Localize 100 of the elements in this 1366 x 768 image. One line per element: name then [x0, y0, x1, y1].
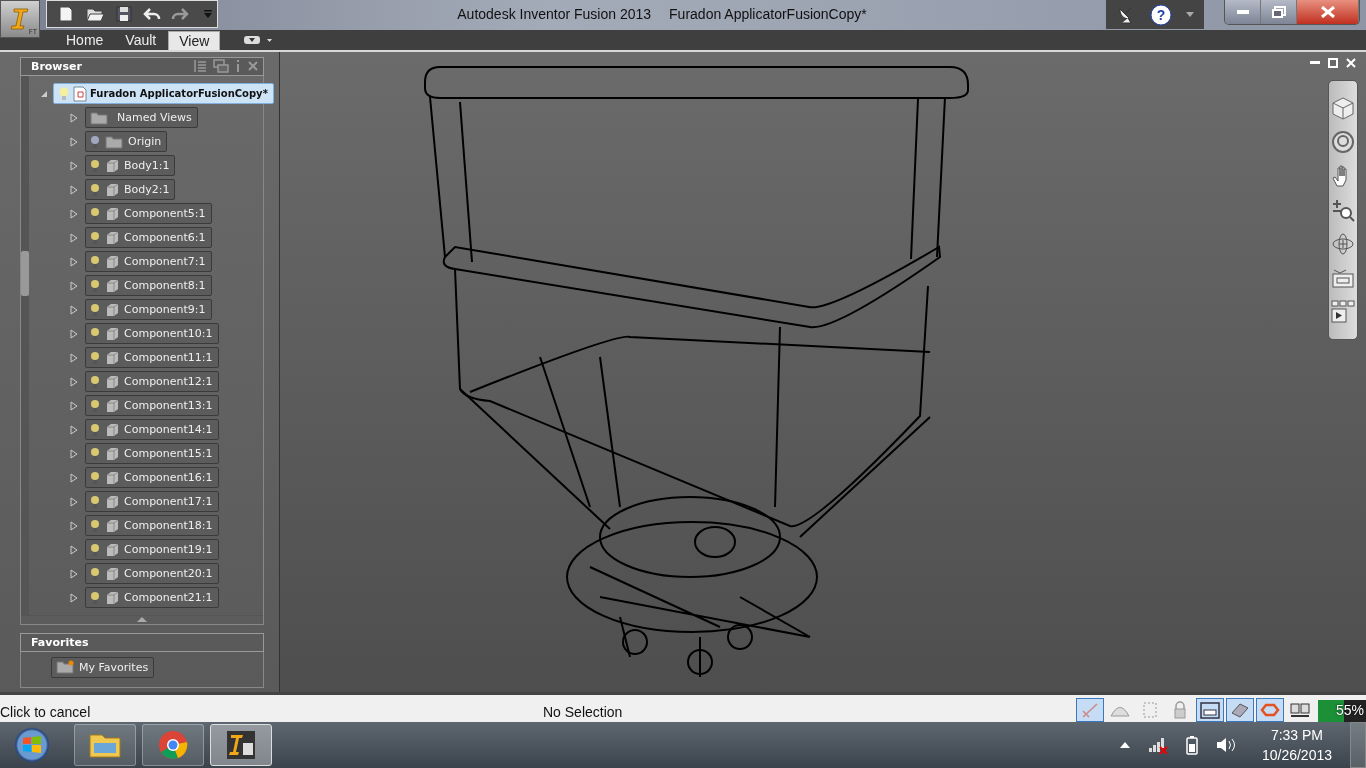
scrollbar[interactable]	[21, 75, 29, 615]
battery-icon[interactable]	[1185, 735, 1198, 755]
folder-star-icon	[56, 660, 74, 675]
ribbon-tab[interactable]: Vault	[115, 30, 167, 50]
lightbulb-icon	[90, 302, 100, 317]
playback-icon[interactable]	[1331, 299, 1355, 324]
expand-arrow-icon[interactable]	[69, 232, 79, 243]
speaker-icon[interactable]	[1215, 736, 1238, 754]
cube-icon	[105, 230, 119, 245]
tree-node[interactable]: Component7:1	[85, 251, 212, 273]
tree-node[interactable]: Component15:1	[85, 443, 219, 465]
tree-node[interactable]: Component13:1	[85, 395, 219, 417]
orbit-icon[interactable]	[1331, 231, 1355, 256]
minimize-button[interactable]	[1225, 0, 1261, 24]
close-button[interactable]	[1297, 0, 1359, 24]
tree-node[interactable]: Component6:1	[85, 227, 212, 249]
restore-button[interactable]	[1261, 0, 1297, 24]
list-view-icon[interactable]	[193, 59, 207, 74]
expand-arrow-icon[interactable]	[69, 328, 79, 339]
view-cube-icon[interactable]	[1331, 95, 1355, 120]
stacked-windows-icon[interactable]	[213, 59, 229, 74]
steering-wheel-icon[interactable]	[1331, 129, 1355, 154]
new-file-icon[interactable]	[57, 5, 75, 23]
expand-arrow-icon[interactable]	[69, 400, 79, 411]
browser-logo-icon	[158, 730, 188, 760]
cube-icon	[105, 278, 119, 293]
frame-icon	[1141, 701, 1159, 719]
close-icon[interactable]	[247, 60, 259, 73]
tree-node[interactable]: Body1:1	[85, 155, 176, 177]
cube-icon	[105, 254, 119, 269]
document-title: Furadon ApplicatorFusionCopy*	[669, 6, 867, 22]
expand-arrow-icon[interactable]	[69, 568, 79, 579]
tree-node[interactable]: Body2:1	[85, 179, 176, 201]
expand-arrow-icon[interactable]	[69, 544, 79, 555]
expand-arrow-icon[interactable]	[69, 304, 79, 315]
expand-arrow-icon[interactable]	[69, 256, 79, 267]
expand-arrow-icon[interactable]	[69, 448, 79, 459]
tree-node[interactable]: Component8:1	[85, 275, 212, 297]
restore-icon[interactable]	[1328, 57, 1338, 68]
signal-no-connection-icon[interactable]	[1147, 736, 1168, 754]
expand-arrow-icon[interactable]	[69, 592, 79, 603]
loop-icon	[1260, 703, 1280, 717]
tree-node[interactable]: Component18:1	[85, 515, 219, 537]
status-toggle[interactable]	[1226, 698, 1254, 722]
expand-arrow-icon[interactable]	[69, 424, 79, 435]
collapse-arrow-icon[interactable]	[137, 615, 147, 622]
tree-node[interactable]: Component14:1	[85, 419, 219, 441]
tree-node[interactable]: Component16:1	[85, 467, 219, 489]
lightbulb-icon	[90, 518, 100, 533]
caret-icon[interactable]	[1186, 12, 1194, 17]
info-icon[interactable]	[235, 59, 241, 74]
grid-plate-icon	[1230, 701, 1250, 719]
tree-node[interactable]: Furadon ApplicatorFusionCopy*	[53, 83, 274, 105]
tree-node[interactable]: Component21:1	[85, 587, 219, 609]
ribbon-toggle-icon[interactable]	[244, 34, 273, 45]
show-hidden-icons-icon[interactable]	[1119, 742, 1130, 748]
expand-arrow-icon[interactable]	[69, 472, 79, 483]
tree-node[interactable]: Component10:1	[85, 323, 219, 345]
tree-node[interactable]: My Favorites	[51, 656, 155, 678]
two-panes-icon	[1290, 702, 1310, 718]
show-desktop-button[interactable]	[1350, 722, 1366, 768]
lightbulb-icon	[90, 134, 100, 149]
help-icon[interactable]: ?	[1150, 3, 1172, 26]
expand-arrow-icon[interactable]	[69, 184, 79, 195]
expand-arrow-icon[interactable]	[69, 208, 79, 219]
expand-arrow-icon[interactable]	[69, 496, 79, 507]
taskbar-app[interactable]	[210, 724, 272, 766]
minimize-icon[interactable]	[1310, 61, 1320, 65]
save-icon[interactable]	[115, 5, 133, 23]
folder-icon	[88, 731, 122, 759]
tree-node[interactable]: Component5:1	[85, 203, 212, 225]
tree-node[interactable]: Origin	[85, 131, 168, 153]
tree-node[interactable]: Named Views	[85, 107, 198, 129]
tree-node[interactable]: Component9:1	[85, 299, 212, 321]
scrollbar-thumb[interactable]	[21, 250, 29, 296]
tree-node[interactable]: Component20:1	[85, 563, 219, 585]
zoom-icon[interactable]	[1331, 197, 1355, 222]
expand-arrow-icon[interactable]	[69, 112, 79, 123]
panel-title: Favorites	[31, 635, 89, 649]
tree-node[interactable]: Component11:1	[85, 347, 219, 369]
expand-arrow-icon[interactable]	[69, 280, 79, 291]
clock-date[interactable]: 10/26/2013	[1261, 747, 1332, 763]
expand-arrow-icon[interactable]	[69, 136, 79, 147]
lightbulb-icon	[90, 398, 100, 413]
expand-arrow-icon[interactable]	[69, 352, 79, 363]
cube-icon	[105, 518, 119, 533]
tree-node[interactable]: Component19:1	[85, 539, 219, 561]
status-toggle[interactable]	[1196, 698, 1224, 722]
status-toggle[interactable]	[1256, 698, 1284, 722]
expand-arrow-icon[interactable]	[69, 520, 79, 531]
expand-arrow-icon[interactable]	[69, 376, 79, 387]
tree-node[interactable]: Component12:1	[85, 371, 219, 393]
ribbon-tab[interactable]: Home	[56, 30, 114, 50]
dropdown-icon[interactable]	[203, 9, 213, 19]
clock-time[interactable]: 7:33 PM	[1270, 727, 1324, 743]
tree-node[interactable]: Component17:1	[85, 491, 219, 513]
letter-logo-icon	[10, 6, 30, 32]
status-toggle[interactable]	[1076, 698, 1104, 722]
expand-arrow-icon[interactable]	[69, 160, 79, 171]
ribbon-tab[interactable]: View	[168, 30, 221, 50]
